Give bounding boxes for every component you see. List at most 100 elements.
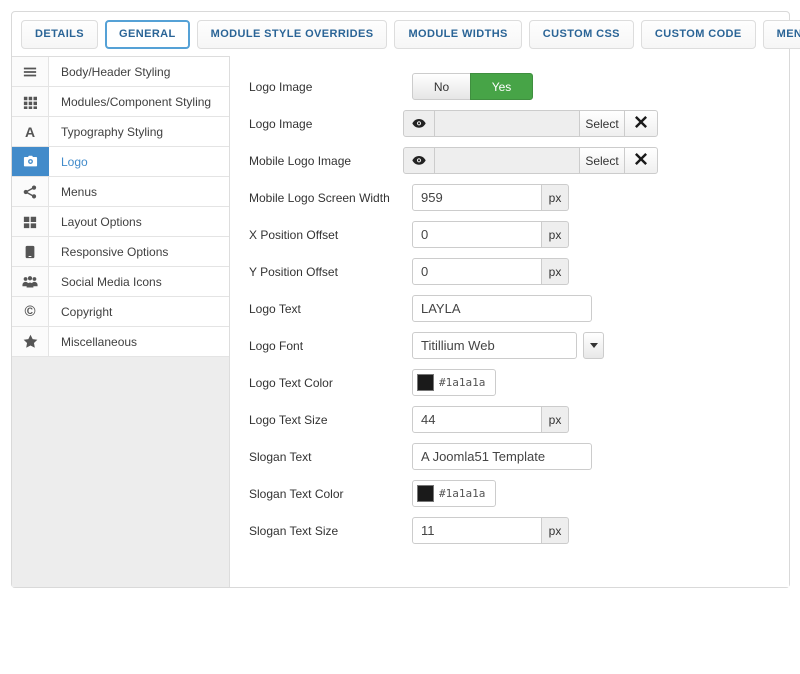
users-icon <box>12 267 49 296</box>
logo-settings-form: Logo Image No Yes Logo Image Select <box>230 56 789 587</box>
color-hex-value: #1a1a1a <box>439 376 485 389</box>
star-icon <box>12 327 49 356</box>
form-row: Logo Text Color #1a1a1a <box>249 369 789 396</box>
x-offset-input[interactable] <box>412 221 542 248</box>
camera-icon <box>12 147 49 176</box>
form-row: Slogan Text Size px <box>249 517 789 544</box>
logo-font-dropdown-button[interactable] <box>583 332 604 359</box>
tab-module-widths[interactable]: MODULE WIDTHS <box>394 20 521 49</box>
sidebar-item-label: Layout Options <box>49 207 229 236</box>
unit-addon: px <box>542 258 569 285</box>
unit-addon: px <box>542 221 569 248</box>
form-row: Logo Text Size px <box>249 406 789 433</box>
field-label: Slogan Text <box>249 450 412 464</box>
sidebar-item-menus[interactable]: Menus <box>12 177 229 207</box>
sidebar-item-copyright[interactable]: © Copyright <box>12 297 229 327</box>
sidebar-item-label: Copyright <box>49 297 229 326</box>
bars-icon <box>12 57 49 86</box>
copyright-icon: © <box>12 297 49 326</box>
sidebar-item-label: Logo <box>49 147 229 176</box>
color-swatch <box>417 374 434 391</box>
unit-addon: px <box>542 517 569 544</box>
form-row: Mobile Logo Image Select <box>249 147 789 174</box>
y-offset-input[interactable] <box>412 258 542 285</box>
mobile-logo-path-input[interactable] <box>435 147 580 174</box>
field-label: Logo Image <box>249 80 412 94</box>
sidebar-item-miscellaneous[interactable]: Miscellaneous <box>12 327 229 357</box>
tab-general[interactable]: GENERAL <box>105 20 190 49</box>
mobile-logo-select-button[interactable]: Select <box>579 147 625 174</box>
slogan-text-size-input[interactable] <box>412 517 542 544</box>
logo-text-input[interactable] <box>412 295 592 322</box>
th-large-icon <box>12 207 49 236</box>
form-row: X Position Offset px <box>249 221 789 248</box>
sidebar-item-social-media-icons[interactable]: Social Media Icons <box>12 267 229 297</box>
logo-image-no-button[interactable]: No <box>412 73 471 100</box>
logo-image-clear-button[interactable] <box>624 110 658 137</box>
sidebar-item-modules-component-styling[interactable]: Modules/Component Styling <box>12 87 229 117</box>
chevron-down-icon <box>590 343 598 348</box>
color-swatch <box>417 485 434 502</box>
sidebar-item-layout-options[interactable]: Layout Options <box>12 207 229 237</box>
sidebar-item-body-header-styling[interactable]: Body/Header Styling <box>12 57 229 87</box>
logo-image-select-button[interactable]: Select <box>579 110 625 137</box>
mobile-logo-width-input[interactable] <box>412 184 542 211</box>
sidebar-item-label: Miscellaneous <box>49 327 229 356</box>
tab-custom-css[interactable]: CUSTOM CSS <box>529 20 634 49</box>
logo-image-yes-button[interactable]: Yes <box>470 73 533 100</box>
sidebar-item-responsive-options[interactable]: Responsive Options <box>12 237 229 267</box>
field-label: Logo Text Size <box>249 413 412 427</box>
form-row: Y Position Offset px <box>249 258 789 285</box>
unit-addon: px <box>542 406 569 433</box>
share-icon <box>12 177 49 206</box>
sidebar-item-logo[interactable]: Logo <box>12 147 229 177</box>
tab-module-style-overrides[interactable]: MODULE STYLE OVERRIDES <box>197 20 388 49</box>
field-label: Logo Text Color <box>249 376 412 390</box>
logo-font-field: Titillium Web <box>412 332 604 359</box>
sidebar-item-label: Body/Header Styling <box>49 57 229 86</box>
sidebar-item-label: Typography Styling <box>49 117 229 146</box>
logo-image-media-field: Select <box>403 110 658 137</box>
field-label: Y Position Offset <box>249 265 412 279</box>
tab-custom-code[interactable]: CUSTOM CODE <box>641 20 756 49</box>
color-hex-value: #1a1a1a <box>439 487 485 500</box>
form-row: Logo Image Select <box>249 110 789 137</box>
sidebar-item-typography-styling[interactable]: A Typography Styling <box>12 117 229 147</box>
logo-image-toggle: No Yes <box>412 73 533 100</box>
sidebar-item-label: Social Media Icons <box>49 267 229 296</box>
slogan-text-color-picker[interactable]: #1a1a1a <box>412 480 496 507</box>
field-label: X Position Offset <box>249 228 412 242</box>
sidebar-item-label: Menus <box>49 177 229 206</box>
form-row: Logo Font Titillium Web <box>249 332 789 359</box>
field-label: Logo Image <box>249 117 412 131</box>
tab-bar: DETAILS GENERAL MODULE STYLE OVERRIDES M… <box>12 12 789 56</box>
tab-menu-assignment[interactable]: MENU ASSIGNMENT <box>763 20 800 49</box>
field-label: Logo Text <box>249 302 412 316</box>
sidebar-item-label: Modules/Component Styling <box>49 87 229 116</box>
form-row: Slogan Text Color #1a1a1a <box>249 480 789 507</box>
logo-font-select[interactable]: Titillium Web <box>412 332 577 359</box>
form-row: Mobile Logo Screen Width px <box>249 184 789 211</box>
sidebar-item-label: Responsive Options <box>49 237 229 266</box>
preview-eye-icon[interactable] <box>403 110 435 137</box>
mobile-logo-media-field: Select <box>403 147 658 174</box>
sidebar-filler <box>12 357 229 587</box>
tab-details[interactable]: DETAILS <box>21 20 98 49</box>
field-label: Mobile Logo Screen Width <box>249 191 412 205</box>
preview-eye-icon[interactable] <box>403 147 435 174</box>
logo-text-size-input[interactable] <box>412 406 542 433</box>
tablet-icon <box>12 237 49 266</box>
mobile-logo-clear-button[interactable] <box>624 147 658 174</box>
logo-text-color-picker[interactable]: #1a1a1a <box>412 369 496 396</box>
font-icon: A <box>12 117 49 146</box>
field-label: Slogan Text Color <box>249 487 412 501</box>
logo-image-path-input[interactable] <box>435 110 580 137</box>
clear-x-icon <box>635 116 647 131</box>
unit-addon: px <box>542 184 569 211</box>
field-label: Logo Font <box>249 339 412 353</box>
grid-icon <box>12 87 49 116</box>
field-label: Slogan Text Size <box>249 524 412 538</box>
slogan-text-input[interactable] <box>412 443 592 470</box>
clear-x-icon <box>635 153 647 168</box>
form-row: Logo Image No Yes <box>249 73 789 100</box>
